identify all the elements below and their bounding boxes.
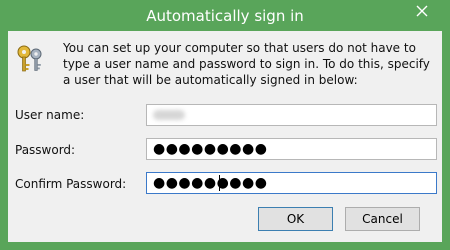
instructions-text: You can set up your computer so that use… — [63, 41, 430, 87]
confirm-password-masked-value: ●●●●●●●●● — [153, 175, 268, 191]
title-bar[interactable]: Automatically sign in — [1, 1, 449, 31]
keys-icon — [17, 45, 42, 72]
ok-button[interactable]: OK — [258, 207, 333, 231]
text-caret — [219, 175, 220, 191]
close-icon — [416, 5, 428, 17]
username-field[interactable] — [146, 104, 437, 126]
username-blurred-value — [153, 110, 185, 120]
confirm-password-label: Confirm Password: — [15, 177, 127, 191]
cancel-button[interactable]: Cancel — [345, 207, 420, 231]
auto-signin-dialog: Automatically sign in You can set up you… — [0, 0, 450, 250]
dialog-body: You can set up your computer so that use… — [8, 31, 442, 242]
password-field[interactable]: ●●●●●●●●● — [146, 138, 437, 160]
confirm-password-field[interactable]: ●●●●●●●●● — [146, 172, 437, 194]
password-masked-value: ●●●●●●●●● — [153, 141, 268, 157]
username-label: User name: — [15, 108, 85, 122]
window-title: Automatically sign in — [146, 7, 304, 25]
password-label: Password: — [15, 143, 76, 157]
close-button[interactable] — [401, 1, 443, 21]
